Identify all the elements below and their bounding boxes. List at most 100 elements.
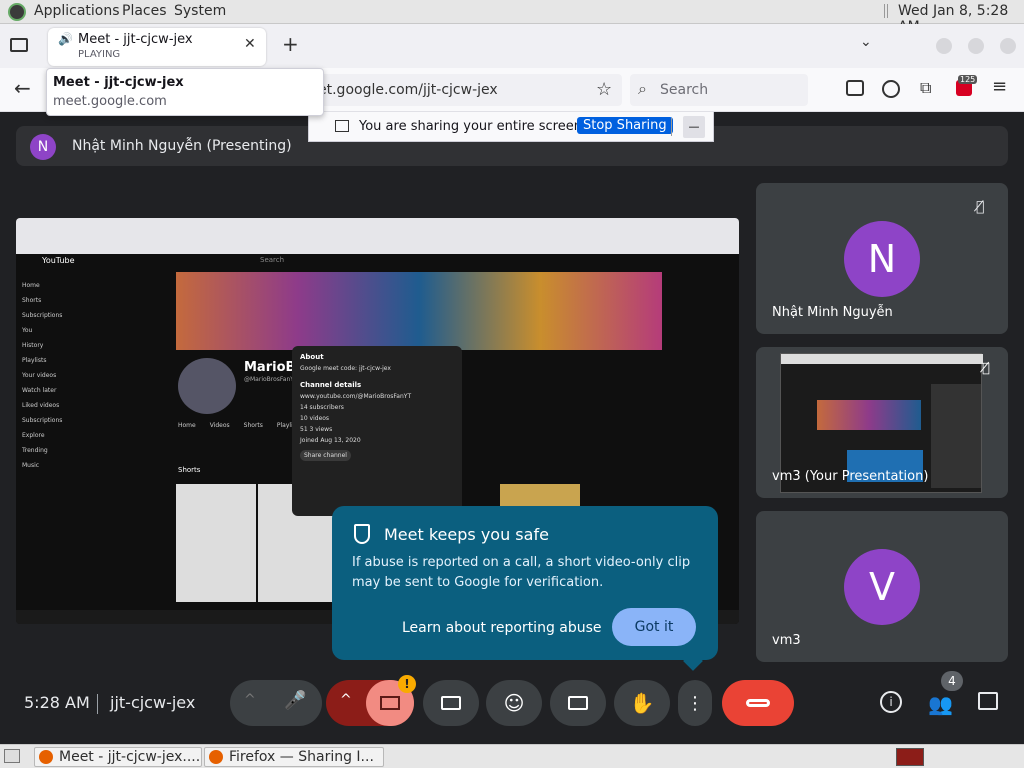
share-screen-icon xyxy=(335,120,349,132)
panel-separator xyxy=(884,4,888,18)
shared-sidebar-item: Shorts xyxy=(22,297,42,304)
app-menu-icon[interactable]: ≡ xyxy=(992,76,1007,97)
new-tab-icon[interactable]: + xyxy=(282,32,299,56)
channel-details-title: Channel details xyxy=(300,381,362,389)
tab-title: Meet - jjt-cjcw-jex xyxy=(78,32,193,47)
thumb-tiles xyxy=(931,384,981,488)
meeting-info-icon[interactable]: i xyxy=(880,691,902,713)
mic-control-group: ^ 🎤 xyxy=(230,680,322,726)
shared-sidebar-item: History xyxy=(22,342,44,349)
shared-sidebar-item: Your videos xyxy=(22,372,57,379)
tab-tooltip: Meet - jjt-cjcw-jex meet.google.com xyxy=(46,68,324,116)
channel-avatar xyxy=(178,358,236,414)
raise-hand-button[interactable]: ✋ xyxy=(614,680,670,726)
camera-off-icon xyxy=(380,696,400,710)
shared-sidebar-item: You xyxy=(22,327,33,334)
participant-name: Nhật Minh Nguyễn xyxy=(772,305,893,320)
meeting-divider xyxy=(97,694,98,714)
safety-popup: Meet keeps you safe If abuse is reported… xyxy=(332,506,718,671)
channel-tab: Home xyxy=(178,422,196,429)
applications-menu[interactable]: Applications xyxy=(34,3,120,19)
shared-sidebar-item: Subscriptions xyxy=(22,417,63,424)
system-menu[interactable]: System xyxy=(174,3,226,19)
chat-icon[interactable] xyxy=(978,692,998,710)
firefox-icon xyxy=(209,750,223,764)
tab-strip: 🔊 Meet - jjt-cjcw-jex PLAYING ✕ + ⌄ xyxy=(0,24,1024,68)
channel-detail: Joined Aug 13, 2020 xyxy=(300,437,361,444)
about-title: About xyxy=(300,353,324,361)
account-icon[interactable] xyxy=(882,80,900,98)
mic-options-chevron-icon[interactable]: ^ xyxy=(244,692,256,708)
firefox-icon xyxy=(39,750,53,764)
about-dialog: About Google meet code: jjt-cjcw-jex Cha… xyxy=(292,346,462,516)
taskbar-item-sharing[interactable]: Firefox — Sharing I... xyxy=(204,747,384,767)
hangup-icon xyxy=(746,699,770,707)
share-bar-divider xyxy=(671,118,672,136)
camera-options-chevron-icon[interactable]: ^ xyxy=(340,692,352,708)
thumb-chrome xyxy=(781,354,983,364)
show-desktop-icon[interactable] xyxy=(4,749,20,763)
task-label: Meet - jjt-cjcw-jex.... xyxy=(59,749,201,765)
extensions-icon[interactable]: ⧉ xyxy=(920,78,931,98)
channel-tabs: Home Videos Shorts Playlists xyxy=(178,422,301,429)
places-menu[interactable]: Places xyxy=(122,3,167,19)
popup-title: Meet keeps you safe xyxy=(384,525,549,544)
camera-control-group: ^ ! xyxy=(326,675,416,726)
close-window-icon[interactable] xyxy=(1000,38,1016,54)
minimize-window-icon[interactable] xyxy=(936,38,952,54)
channel-detail: www.youtube.com/@MarioBrosFanYT xyxy=(300,393,412,400)
channel-detail: 14 subscribers xyxy=(300,404,344,411)
participant-avatar: N xyxy=(844,221,920,297)
warning-badge-icon: ! xyxy=(398,675,416,693)
captions-button[interactable] xyxy=(423,680,479,726)
learn-more-link[interactable]: Learn about reporting abuse xyxy=(402,620,602,636)
share-channel-button: Share channel xyxy=(300,450,351,461)
present-button[interactable] xyxy=(550,680,606,726)
leave-call-button[interactable] xyxy=(722,680,794,726)
speaker-icon[interactable]: 🔊 xyxy=(58,32,73,46)
search-bar[interactable]: ⌕ Search xyxy=(630,74,808,106)
list-tabs-icon[interactable]: ⌄ xyxy=(860,34,872,50)
task-label: Firefox — Sharing I... xyxy=(229,749,374,765)
pocket-icon[interactable] xyxy=(846,80,864,96)
shared-sidebar-item: Playlists xyxy=(22,357,47,364)
shared-yt-sidebar: Home Shorts Subscriptions You History Pl… xyxy=(22,278,162,473)
participant-tile-vm3[interactable]: V vm3 xyxy=(756,511,1008,662)
participant-tile-nhat[interactable]: 🎙̸ N Nhật Minh Nguyễn xyxy=(756,183,1008,334)
people-icon[interactable]: 👥 xyxy=(928,692,953,716)
minimize-share-bar-button[interactable]: — xyxy=(683,116,705,138)
stop-sharing-button[interactable]: Stop Sharing xyxy=(577,117,673,134)
shared-sidebar-item: Trending xyxy=(22,447,48,454)
channel-detail: 10 videos xyxy=(300,415,330,422)
maximize-window-icon[interactable] xyxy=(968,38,984,54)
channel-tab: Videos xyxy=(209,422,230,429)
meeting-code[interactable]: jjt-cjcw-jex xyxy=(110,693,195,712)
bookmark-star-icon[interactable]: ☆ xyxy=(596,79,612,100)
presenter-label: Nhật Minh Nguyễn (Presenting) xyxy=(72,138,292,154)
short-thumbnail xyxy=(176,484,256,602)
people-count-badge: 4 xyxy=(941,671,963,691)
mic-icon[interactable]: 🎤 xyxy=(284,690,306,711)
thumb-banner xyxy=(817,400,921,430)
popup-body: If abuse is reported on a call, a short … xyxy=(352,555,691,590)
url-bar[interactable]: et.google.com/jjt-cjcw-jex ☆ xyxy=(310,74,622,106)
sharing-message: You are sharing your entire screen. xyxy=(359,119,587,134)
more-options-button[interactable]: ⋮ xyxy=(678,680,712,726)
tooltip-url: meet.google.com xyxy=(53,94,167,109)
url-text: et.google.com/jjt-cjcw-jex xyxy=(318,82,498,98)
emoji-button[interactable]: ☺ xyxy=(486,680,542,726)
distro-logo-icon[interactable] xyxy=(8,3,26,21)
channel-banner xyxy=(176,272,662,350)
tab-status: PLAYING xyxy=(78,49,121,60)
workspace-switcher[interactable] xyxy=(896,748,924,766)
taskbar-item-meet[interactable]: Meet - jjt-cjcw-jex.... xyxy=(34,747,202,767)
back-icon[interactable]: ← xyxy=(14,76,31,100)
mic-muted-icon: 🎙̸ xyxy=(976,199,985,215)
tab-meet[interactable]: 🔊 Meet - jjt-cjcw-jex PLAYING ✕ xyxy=(48,28,266,66)
got-it-button[interactable]: Got it xyxy=(612,608,696,646)
tab-overview-icon[interactable] xyxy=(10,38,28,52)
participant-tile-presentation[interactable]: 🎙̸ vm3 (Your Presentation) xyxy=(756,347,1008,498)
close-tab-icon[interactable]: ✕ xyxy=(244,36,256,52)
search-placeholder: Search xyxy=(660,82,709,98)
taskbar: Meet - jjt-cjcw-jex.... Firefox — Sharin… xyxy=(0,744,1024,768)
